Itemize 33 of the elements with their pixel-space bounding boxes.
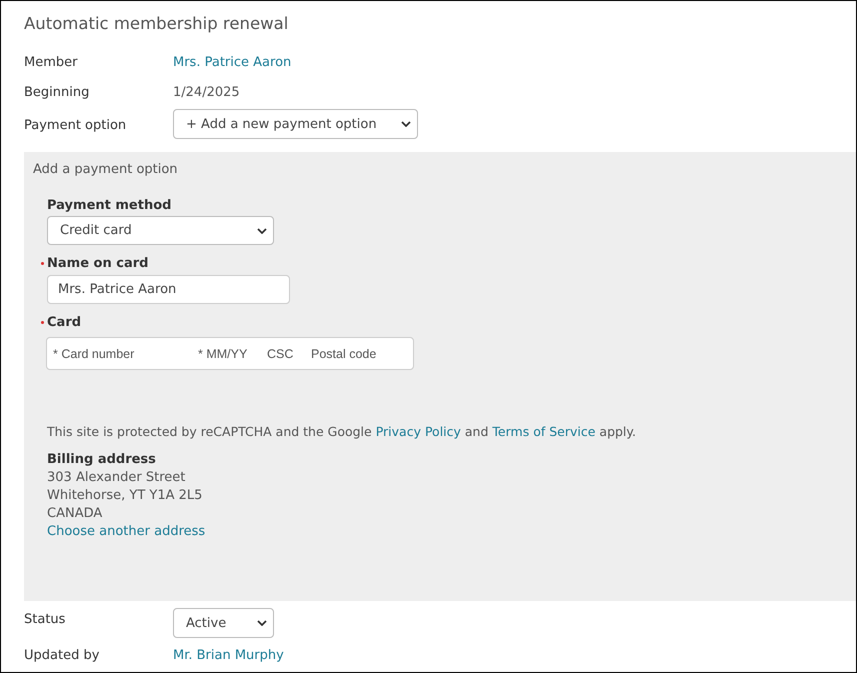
name-on-card-field[interactable]: Mrs. Patrice Aaron (47, 275, 290, 304)
billing-label: Billing address (47, 452, 157, 467)
choose-address-link[interactable]: Choose another address (47, 524, 856, 539)
payment-option-select[interactable]: + Add a new payment option (173, 109, 418, 139)
address-line: CANADA (47, 506, 104, 521)
field-label: Beginning (24, 85, 90, 100)
status-select[interactable]: Active (173, 608, 274, 638)
card-placeholder: CSC (267, 346, 294, 360)
updated-by-link[interactable]: Mr. Brian Murphy (173, 648, 284, 663)
chevron-icon (257, 228, 267, 234)
field-label: Status (24, 612, 66, 627)
page-title: Automatic membership renewal (24, 13, 290, 35)
field-label: Payment method (47, 198, 172, 213)
member-link[interactable]: Mrs. Patrice Aaron (173, 55, 292, 70)
card-field[interactable]: * Card number * MM/YY CSC Postal code (46, 337, 414, 370)
field-label: Member (24, 55, 78, 70)
recaptcha-notice: This site is protected by reCAPTCHA and the Google Privacy Policy and Terms of Service apply. (47, 424, 637, 439)
policy-link[interactable]: Terms of Service (492, 424, 596, 439)
field-value: 1/24/2025 (173, 85, 240, 100)
field-label: Payment option (24, 117, 128, 133)
card-placeholder: Postal code (311, 346, 376, 360)
chevron-icon (401, 121, 411, 127)
card-placeholder: * Card number (52, 346, 136, 360)
address-line: Whitehorse, YT Y1A 2L5 (47, 488, 204, 503)
panel-heading: Add a payment option (32, 161, 179, 179)
field-label: Card (47, 314, 82, 330)
policy-link[interactable]: Privacy Policy (376, 424, 461, 439)
field-label: Updated by (24, 648, 100, 663)
card-placeholder: * MM/YY (198, 346, 248, 360)
field-label: Name on card (47, 256, 148, 270)
chevron-icon (257, 620, 267, 626)
address-line: 303 Alexander Street (47, 470, 186, 485)
payment-method-select[interactable]: Credit card (47, 216, 274, 245)
